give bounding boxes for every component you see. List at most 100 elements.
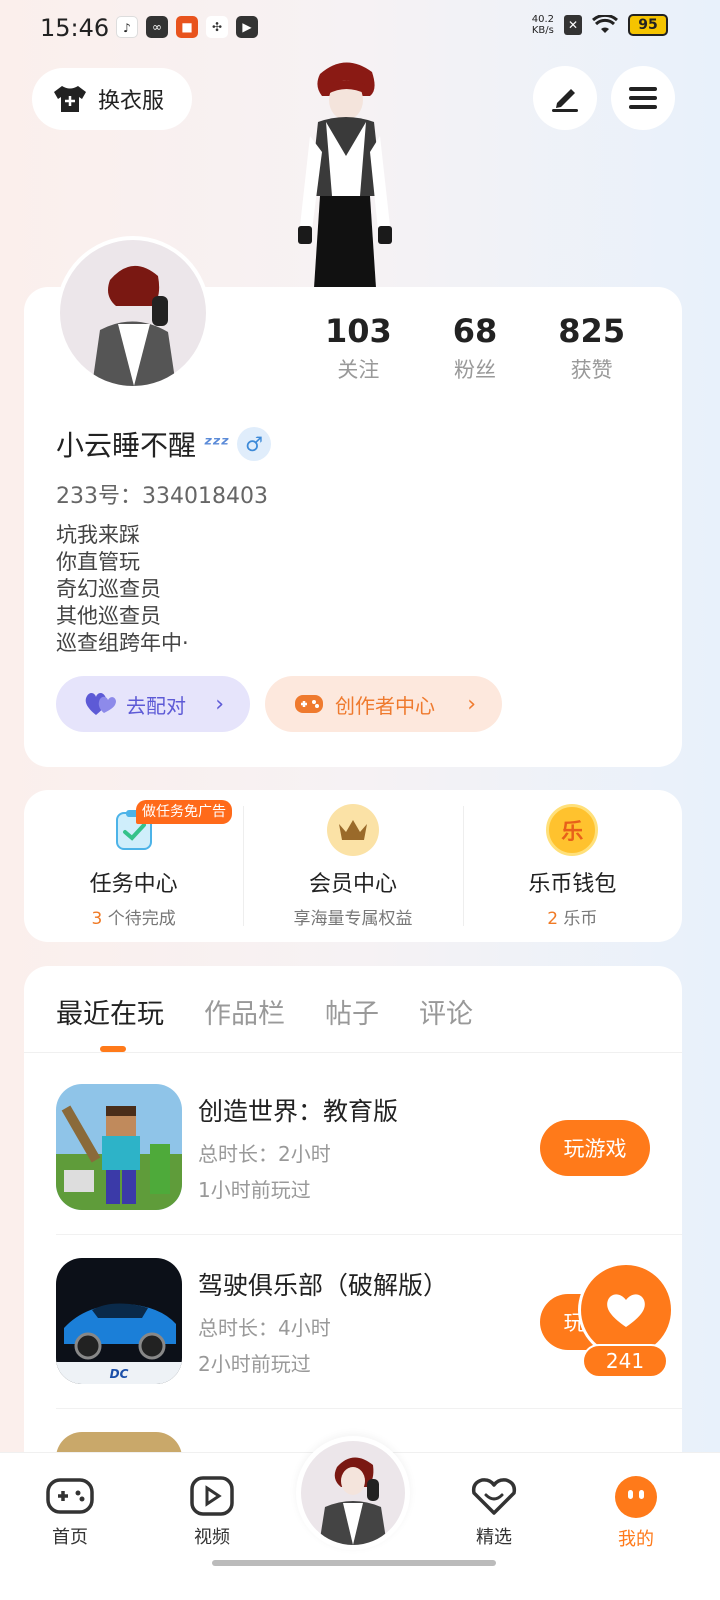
- nav-avatar-button[interactable]: [296, 1436, 410, 1550]
- user-id: 233号：334018403: [56, 484, 268, 509]
- bio-line: 其他巡查员: [56, 604, 161, 628]
- chevron-right-icon: ›: [467, 691, 476, 717]
- nav-me[interactable]: 我的: [596, 1475, 676, 1551]
- network-speed: 40.2 KB/s: [532, 14, 554, 36]
- task-center-sub-text: 3: [91, 909, 103, 929]
- task-center-sub: 3 个待完成: [92, 904, 176, 929]
- face-icon: [615, 1476, 657, 1518]
- menu-button[interactable]: [611, 66, 675, 130]
- bio-line: 你直管玩: [56, 550, 140, 574]
- battery-icon: 95: [628, 14, 668, 36]
- chevron-right-icon: ›: [215, 691, 224, 717]
- bio-line: 奇幻巡查员: [56, 577, 161, 601]
- match-label: 去配对: [126, 693, 186, 718]
- bio-line: 巡查组跨年中·: [56, 631, 189, 655]
- home-indicator: [212, 1560, 496, 1566]
- no-sim-icon: ✕: [564, 15, 582, 35]
- game-icon-driving-club: DC: [56, 1258, 182, 1384]
- pen-icon: [552, 89, 578, 112]
- bio-line: 坑我来踩: [56, 523, 140, 547]
- pinwheel-icon: ✣: [206, 16, 228, 38]
- tab-comments[interactable]: 评论: [419, 992, 473, 1031]
- task-center-title: 任务中心: [89, 872, 178, 897]
- stat-following-value: 103: [324, 312, 392, 350]
- profile-tabs: 最近在玩 作品栏 帖子 评论: [56, 992, 473, 1031]
- tab-works[interactable]: 作品栏: [204, 992, 285, 1031]
- menu-icon: [629, 87, 657, 109]
- sleep-emoji-icon: ᶻᶻᶻ: [204, 432, 230, 456]
- nav-avatar-image: [301, 1441, 405, 1545]
- match-button[interactable]: 去配对 ›: [56, 676, 250, 732]
- network-speed-unit: KB/s: [531, 25, 554, 36]
- coin-wallet-sub-text: 乐: [561, 820, 584, 845]
- network-speed-value: 40.2: [531, 14, 554, 25]
- coin-wallet[interactable]: 乐 乐币钱包 2 乐币: [462, 790, 682, 942]
- svg-text:DC: DC: [110, 1367, 129, 1381]
- heart-icon: [607, 1294, 645, 1327]
- avatar-figure[interactable]: [290, 56, 400, 288]
- game-row[interactable]: 创造世界：教育版 总时长：2小时 1小时前玩过 玩游戏: [56, 1084, 682, 1258]
- game-last-played: 2小时前玩过: [198, 1352, 311, 1376]
- change-outfit-button[interactable]: 换衣服: [32, 68, 192, 130]
- creator-center-button[interactable]: 创作者中心 ›: [265, 676, 502, 732]
- nickname: 小云睡不醒: [56, 429, 197, 462]
- svg-2: DC: [56, 1258, 182, 1384]
- nav-video[interactable]: 视频: [172, 1475, 252, 1549]
- divider: [24, 1052, 682, 1053]
- bio: 坑我来踩 你直管玩 奇幻巡查员 其他巡查员 巡查组跨年中·: [56, 522, 189, 657]
- game-icon-minecraft: [56, 1084, 182, 1210]
- video-icon: [190, 1476, 234, 1516]
- stat-following[interactable]: 103 关注: [300, 312, 417, 384]
- coin-wallet-sub: 2 乐币: [547, 904, 597, 929]
- game-name: 创造世界：教育版: [198, 1097, 399, 1126]
- double-heart-icon: [85, 693, 116, 715]
- member-center-title: 会员中心: [308, 872, 397, 897]
- avatar-image: [92, 265, 176, 386]
- divider: [56, 1234, 682, 1235]
- tab-recent[interactable]: 最近在玩: [56, 992, 164, 1031]
- quick-access-card: 任务中心 3 个待完成 会员中心 享海量专属权益 乐 乐币钱包 2 乐币: [24, 790, 682, 942]
- shirt-icon: [54, 86, 86, 112]
- status-app-icons: ♪ ∞ ■ ✣ ▶: [116, 16, 258, 38]
- heart-diamond-icon: [471, 1478, 517, 1515]
- profile-stats: 103 关注 68 粉丝 825 获赞: [300, 312, 650, 384]
- member-center[interactable]: 会员中心 享海量专属权益: [243, 790, 462, 942]
- avatar-image: [319, 1457, 387, 1545]
- gamepad-icon: [295, 695, 323, 713]
- apps-icon: ■: [176, 16, 198, 38]
- coin-wallet-sub-text-2: 2: [547, 909, 559, 929]
- nav-featured[interactable]: 精选: [454, 1475, 534, 1549]
- like-count: 241: [582, 1344, 668, 1378]
- stat-likes-value: 825: [558, 312, 626, 350]
- coin-wallet-sub-text-3: 乐币: [558, 909, 598, 929]
- stat-following-label: 关注: [337, 358, 380, 382]
- coin-wallet-title: 乐币钱包: [528, 872, 617, 897]
- link-icon: ∞: [146, 16, 168, 38]
- game-duration: 总时长：2小时: [198, 1142, 331, 1166]
- game-last-played: 1小时前玩过: [198, 1178, 311, 1202]
- profile-avatar[interactable]: [56, 236, 210, 390]
- task-badge: 做任务免广告: [136, 800, 232, 824]
- nav-featured-label: 精选: [476, 1527, 512, 1548]
- stat-likes[interactable]: 825 获赞: [533, 312, 650, 384]
- play-icon: ▶: [236, 16, 258, 38]
- nav-home-label: 首页: [52, 1527, 88, 1548]
- divider: [56, 1408, 682, 1409]
- play-game-button[interactable]: 玩游戏: [540, 1120, 650, 1176]
- tab-posts[interactable]: 帖子: [325, 992, 379, 1031]
- nav-me-label: 我的: [618, 1529, 654, 1550]
- status-right: 40.2 KB/s ✕ 95: [532, 14, 668, 36]
- stat-fans[interactable]: 68 粉丝: [417, 312, 534, 384]
- stat-fans-value: 68: [452, 312, 498, 350]
- profile-avatar-image: [60, 240, 206, 386]
- creator-center-label: 创作者中心: [335, 693, 435, 718]
- edit-profile-button[interactable]: [533, 66, 597, 130]
- svg: [56, 1084, 182, 1210]
- nickname-row: 小云睡不醒 ᶻᶻᶻ ♂: [56, 424, 272, 464]
- task-center-sub-text-2: 个待完成: [102, 909, 176, 929]
- coin-icon: 乐: [546, 804, 599, 856]
- wifi-icon: [592, 15, 618, 33]
- nav-home[interactable]: 首页: [30, 1475, 110, 1549]
- tiktok-icon: ♪: [116, 16, 138, 38]
- member-center-sub: 享海量专属权益: [293, 909, 413, 929]
